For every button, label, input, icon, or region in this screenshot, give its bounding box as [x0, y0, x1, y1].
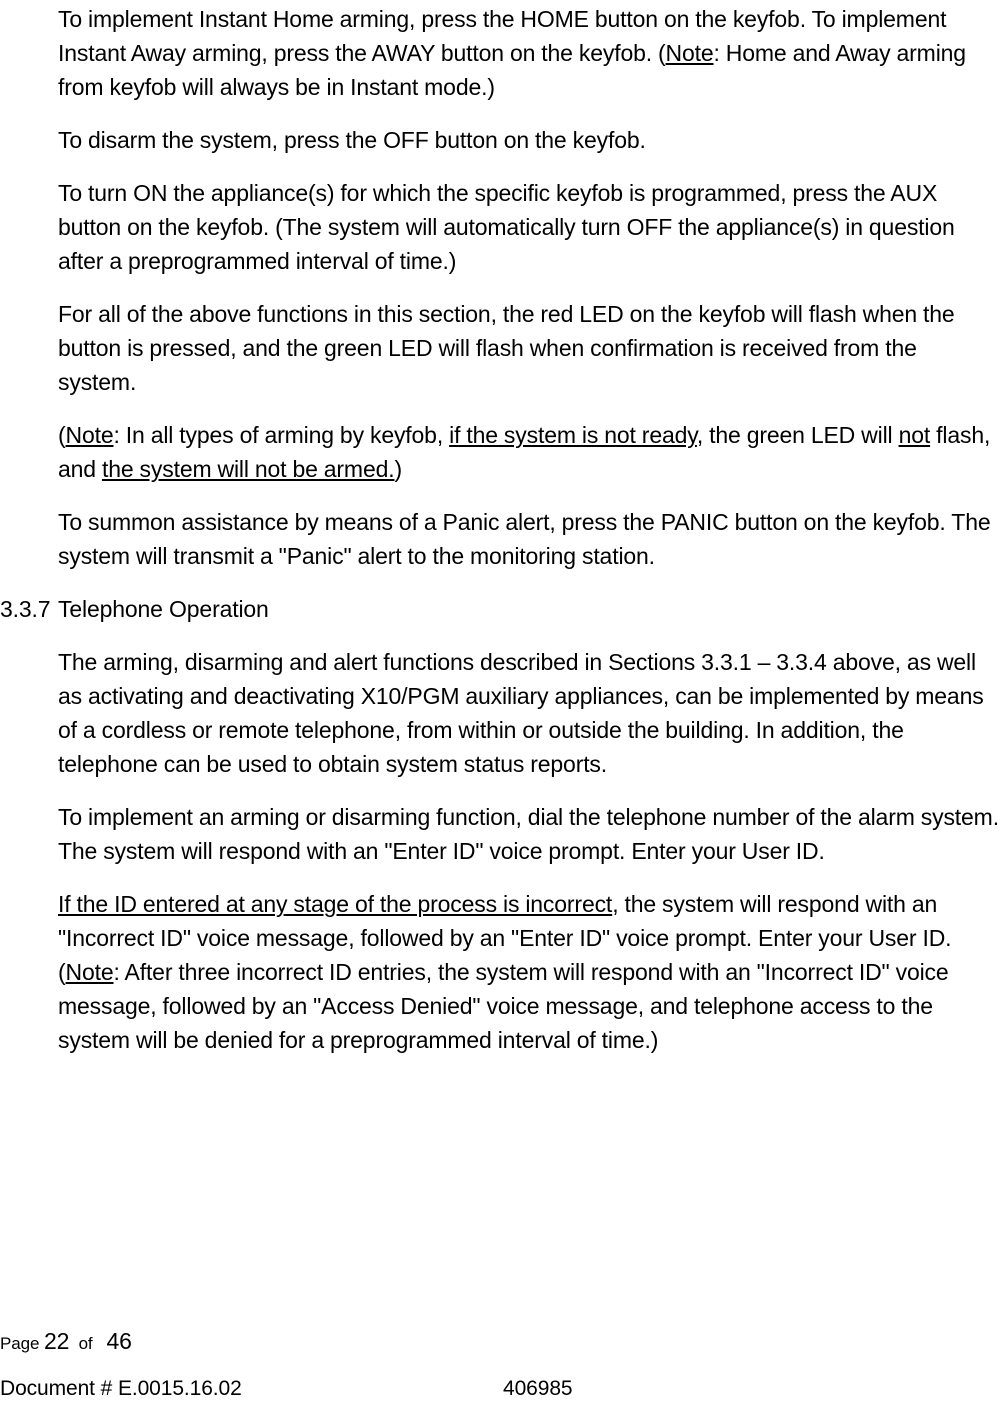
text-run: To turn ON the appliance(s) for which th…	[58, 180, 955, 274]
paragraph-appliance-aux: To turn ON the appliance(s) for which th…	[0, 176, 1005, 278]
footer-space-3	[93, 1334, 107, 1353]
page-label: Page	[0, 1334, 40, 1353]
text-run: )	[394, 456, 402, 482]
section-heading: 3.3.7 Telephone Operation	[0, 592, 1005, 626]
underlined-text: Note	[665, 40, 714, 66]
document-id-line: Document # E.0015.16.02 406985	[0, 1374, 1005, 1404]
text-run: : After three incorrect ID entries, the …	[58, 959, 949, 1053]
section-heading-number: 3.3.7	[0, 596, 51, 622]
paragraph-incorrect-id: If the ID entered at any stage of the pr…	[0, 887, 1005, 1057]
paragraph-led-indication: For all of the above functions in this s…	[0, 297, 1005, 399]
text-run: To implement an arming or disarming func…	[58, 804, 999, 864]
paragraph-panic-alert: To summon assistance by means of a Panic…	[0, 505, 1005, 573]
text-run: : In all types of arming by keyfob,	[113, 422, 450, 448]
document-page: To implement Instant Home arming, press …	[0, 0, 1005, 1416]
paragraph-instant-arming: To implement Instant Home arming, press …	[0, 0, 1005, 104]
paragraph-disarm: To disarm the system, press the OFF butt…	[0, 123, 1005, 157]
document-body: To implement Instant Home arming, press …	[0, 0, 1005, 1076]
text-run: For all of the above functions in this s…	[58, 301, 955, 395]
page-footer: Page 22 of 46 Document # E.0015.16.02 40…	[0, 1326, 1005, 1416]
underlined-text: if the system is not ready	[449, 422, 697, 448]
underlined-text: If the ID entered at any stage of the pr…	[58, 891, 613, 917]
page-total: 46	[106, 1328, 132, 1354]
underlined-text: the system will not be armed.	[101, 456, 395, 482]
paragraph-telephone-arm-disarm: To implement an arming or disarming func…	[0, 800, 1005, 868]
section-heading-title: Telephone Operation	[58, 596, 269, 622]
paragraph-telephone-overview: The arming, disarming and alert function…	[0, 643, 1005, 781]
text-run: , the green LED will	[696, 422, 899, 448]
text-run: To disarm the system, press the OFF butt…	[58, 127, 646, 153]
page-of-label: of	[78, 1334, 93, 1353]
document-id: Document # E.0015.16.02	[0, 1377, 242, 1400]
text-run: (	[58, 422, 66, 448]
section-paragraph-group: The arming, disarming and alert function…	[0, 643, 1005, 1057]
text-run: The arming, disarming and alert function…	[58, 649, 984, 777]
footer-space-2	[69, 1334, 78, 1353]
document-code: 406985	[503, 1377, 573, 1400]
underlined-text: not	[898, 422, 931, 448]
underlined-text: Note	[65, 959, 114, 985]
paragraph-note-not-ready: (Note: In all types of arming by keyfob,…	[0, 418, 1005, 486]
underlined-text: Note	[65, 422, 114, 448]
body-paragraph-group: To implement Instant Home arming, press …	[0, 0, 1005, 573]
page-number-line: Page 22 of 46	[0, 1326, 132, 1360]
page-number: 22	[43, 1328, 70, 1354]
text-run: To summon assistance by means of a Panic…	[58, 509, 991, 569]
